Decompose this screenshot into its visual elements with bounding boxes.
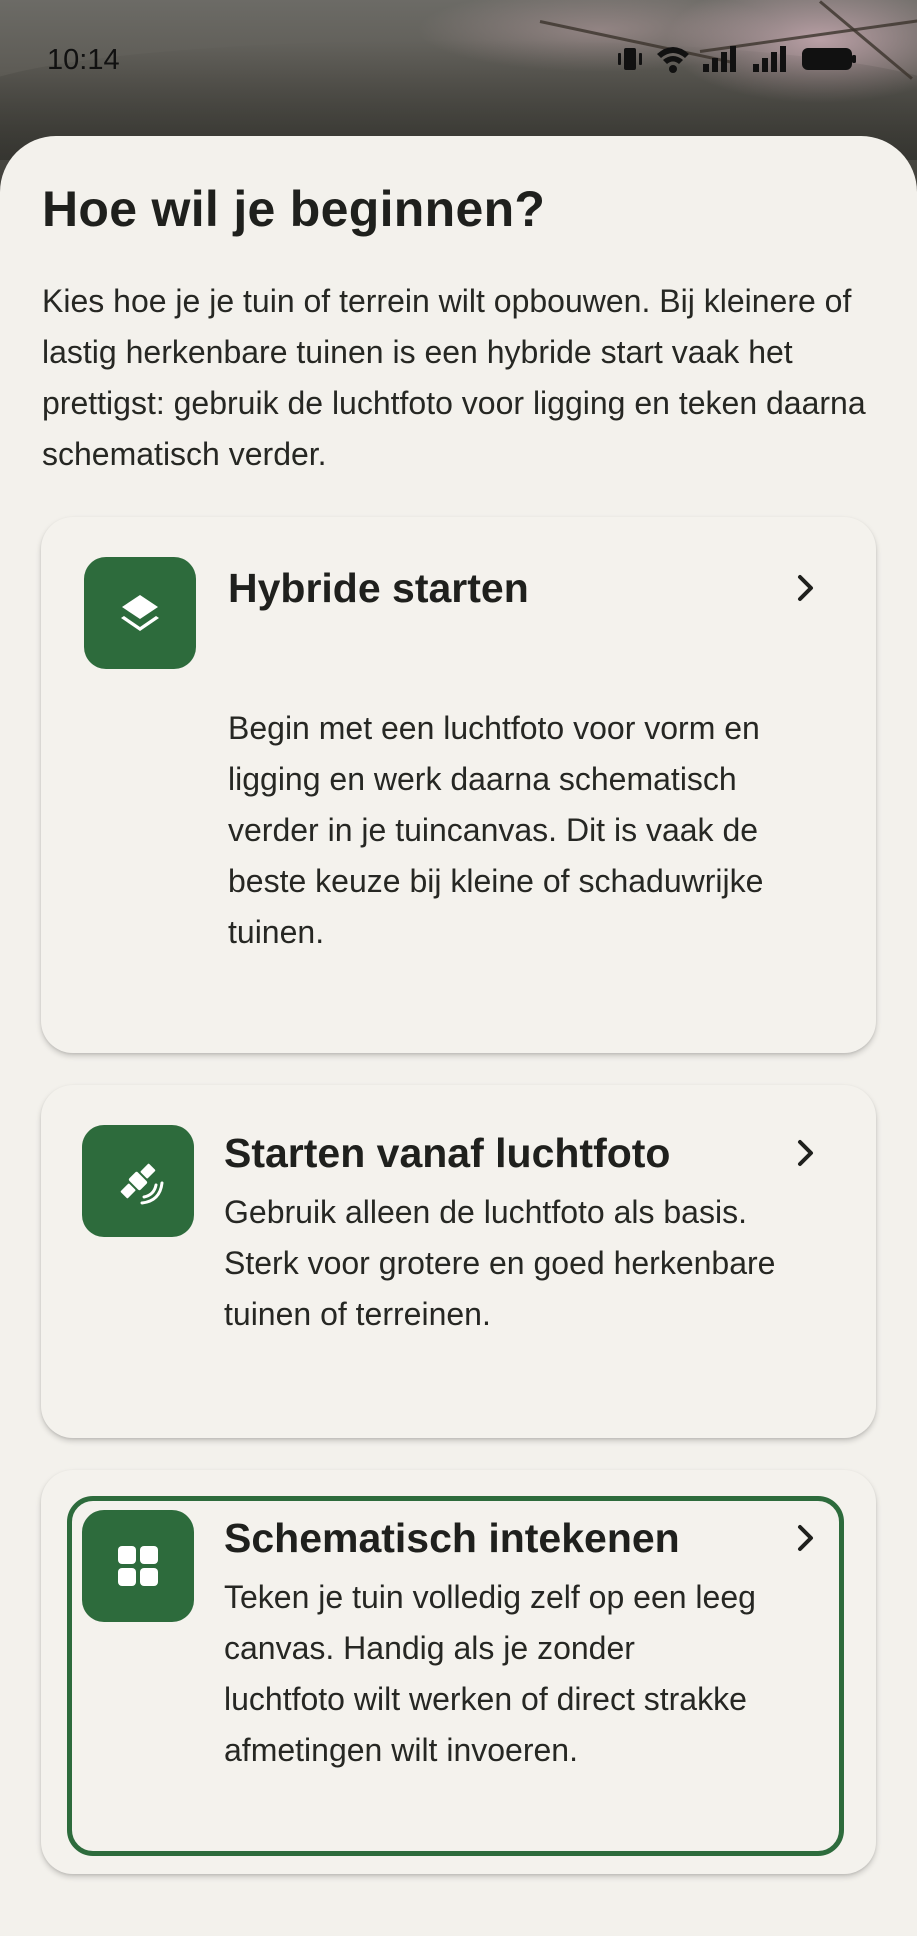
- wifi-icon: [657, 47, 689, 73]
- status-bar: 10:14: [0, 0, 917, 120]
- option-description: Gebruik alleen de luchtfoto als basis. S…: [224, 1194, 776, 1332]
- sheet-intro: Kies hoe je je tuin of terrein wilt opbo…: [42, 283, 866, 472]
- status-time: 10:14: [47, 44, 120, 76]
- satellite-icon: [120, 1163, 164, 1205]
- sheet-title: Hoe wil je beginnen?: [42, 181, 546, 237]
- option-card-hybride[interactable]: Hybride starten Begin met een luchtfoto …: [41, 517, 876, 1053]
- option-title: Starten vanaf luchtfoto: [224, 1130, 671, 1176]
- chevron-right-icon: [798, 575, 813, 601]
- option-card-schematisch[interactable]: Schematisch intekenen Teken je tuin voll…: [41, 1470, 876, 1874]
- signal-icon: [753, 46, 786, 72]
- option-title: Schematisch intekenen: [224, 1515, 680, 1561]
- battery-icon: [802, 48, 856, 70]
- option-title: Hybride starten: [228, 565, 529, 611]
- option-icon-tile: [82, 1510, 194, 1622]
- option-description: Begin met een luchtfoto voor vorm en lig…: [228, 710, 764, 950]
- grid-icon: [118, 1546, 158, 1586]
- option-description: Teken je tuin volledig zelf op een leeg …: [224, 1579, 756, 1768]
- option-icon-tile: [82, 1125, 194, 1237]
- signal-icon: [703, 46, 736, 72]
- chevron-right-icon: [798, 1140, 813, 1166]
- option-icon-tile: [84, 557, 196, 669]
- status-icons: [615, 44, 857, 74]
- vibrate-icon: [618, 48, 642, 70]
- layers-icon: [121, 595, 159, 631]
- option-card-luchtfoto[interactable]: Starten vanaf luchtfoto Gebruik alleen d…: [41, 1085, 876, 1438]
- chevron-right-icon: [798, 1525, 813, 1551]
